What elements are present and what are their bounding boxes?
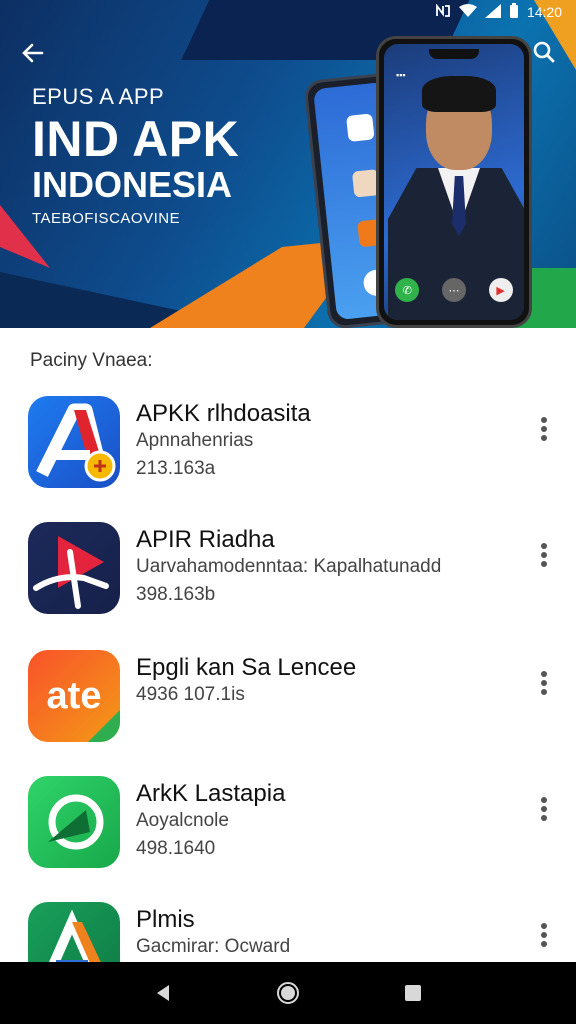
- red-a-logo-icon: [28, 396, 120, 488]
- app-developer: Aoyalcnole: [136, 810, 229, 831]
- system-nav-bar: [0, 962, 576, 1024]
- more-options-button[interactable]: [534, 920, 554, 950]
- hero-banner: EPUS A APP IND APK INDONESIA TAEBOFISCAO…: [0, 0, 576, 328]
- app-list: APKK rlhdoasita Apnnahenrias 213.163a AP…: [0, 384, 576, 962]
- nfc-icon: [435, 3, 451, 20]
- a-triangle-logo-icon: [28, 902, 120, 962]
- app-meta: 498.1640: [136, 838, 216, 859]
- status-bar: 14:20: [0, 0, 576, 24]
- app-meta: 398.163b: [136, 584, 216, 605]
- battery-icon: [509, 3, 519, 21]
- arrow-left-icon: [22, 43, 44, 63]
- phone-notch: [429, 49, 479, 59]
- mini-app-icon: [346, 113, 375, 142]
- app-developer: Apnnahenrias: [136, 430, 254, 451]
- hero-kicker: EPUS A APP: [32, 84, 165, 109]
- app-name: Plmis: [136, 906, 195, 933]
- signal-icon: [484, 4, 501, 20]
- hero-title: IND APK: [32, 111, 240, 167]
- back-icon: [156, 985, 169, 1001]
- app-name: ArkK Lastapia: [136, 780, 286, 807]
- person-hair: [422, 76, 496, 112]
- ate-logo-icon: ate: [28, 650, 120, 742]
- app-list-item[interactable]: ate Epgli kan Sa Lencee 4936 107.1is: [0, 638, 576, 758]
- app-list-item[interactable]: APIR Riadha Uarvahamodenntaa: Kapalhatun…: [0, 510, 576, 630]
- hero-subtitle: INDONESIA: [32, 164, 233, 205]
- app-list-item[interactable]: Plmis Gacmirar: Ocward: [0, 890, 576, 962]
- section-title: Paciny Vnaea:: [30, 350, 153, 371]
- more-options-button[interactable]: [534, 794, 554, 824]
- app-list-item[interactable]: APKK rlhdoasita Apnnahenrias 213.163a: [0, 384, 576, 504]
- nav-recents-button[interactable]: [395, 975, 431, 1011]
- keypad-icon: ⋯: [441, 278, 466, 302]
- search-icon: [533, 41, 555, 63]
- app-name: APIR Riadha: [136, 526, 275, 553]
- search-button[interactable]: [526, 34, 562, 70]
- status-time: 14:20: [526, 4, 562, 20]
- app-developer: Gacmirar: Ocward: [136, 936, 291, 957]
- call-controls: ✆ ⋯ ▶: [384, 278, 524, 302]
- more-options-button[interactable]: [534, 540, 554, 570]
- nav-back-button[interactable]: [145, 975, 181, 1011]
- back-button[interactable]: [20, 40, 50, 70]
- hero-tagline: TAEBOFISCAOVINE: [32, 210, 181, 227]
- wifi-icon: [458, 4, 477, 20]
- app-meta: 4936 107.1is: [136, 684, 245, 705]
- more-options-button[interactable]: [534, 668, 554, 698]
- app-list-item[interactable]: ArkK Lastapia Aoyalcnole 498.1640: [0, 764, 576, 884]
- nav-home-button[interactable]: [270, 975, 306, 1011]
- app-name: Epgli kan Sa Lencee: [136, 654, 357, 681]
- app-meta: 213.163a: [136, 458, 216, 479]
- recents-icon: [405, 985, 422, 1001]
- video-icon: ▶: [488, 278, 513, 302]
- phone-status-icons: ▪▪▪: [396, 70, 406, 80]
- svg-text:ate: ate: [47, 675, 102, 717]
- app-developer: Uarvahamodenntaa: Kapalhatunadd: [136, 556, 442, 577]
- home-icon: [276, 982, 299, 1004]
- phone-call-icon: ✆: [395, 278, 420, 302]
- phone-illustration-front: ▪▪▪ ✆ ⋯ ▶: [376, 36, 532, 328]
- green-swoosh-logo-icon: [28, 776, 120, 868]
- more-options-button[interactable]: [534, 414, 554, 444]
- red-arrow-logo-icon: [28, 522, 120, 614]
- app-name: APKK rlhdoasita: [136, 400, 311, 427]
